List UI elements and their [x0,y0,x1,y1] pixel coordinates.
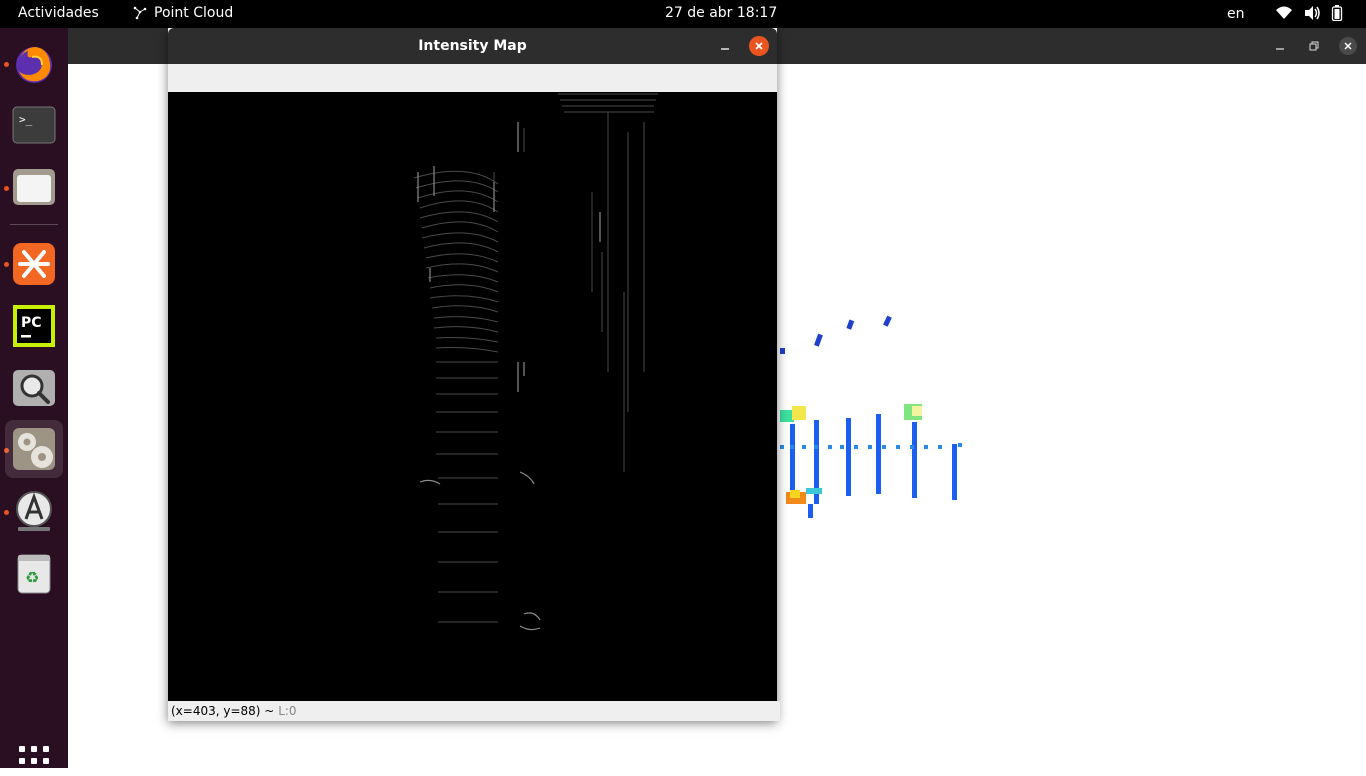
svg-text:♻: ♻ [25,568,39,587]
wifi-icon [1276,6,1292,19]
restore-icon [1309,41,1319,51]
dock: >_ PC ♻ [0,28,68,776]
minimize-icon [721,48,729,50]
settings-gear-icon [13,428,55,470]
close-icon [1344,42,1352,50]
dock-item-firefox[interactable] [5,34,63,92]
dock-item-software-updater[interactable] [5,482,63,540]
svg-text:PC: PC [21,315,42,331]
window-title: Intensity Map [418,38,527,54]
show-apps-button[interactable] [19,746,49,776]
language-indicator[interactable]: en [1227,6,1245,22]
intensity-map-image[interactable] [168,92,777,701]
volume-icon [1305,6,1320,20]
terminal-icon: >_ [12,106,56,144]
app-menu-label: Point Cloud [154,5,234,21]
minimize-button[interactable] [716,37,734,55]
dock-item-terminal[interactable]: >_ [5,96,63,154]
firefox-icon [16,47,52,83]
dock-item-xmind[interactable] [5,235,63,293]
battery-icon [1331,5,1343,21]
minimize-icon [1276,48,1284,50]
dock-item-settings[interactable] [5,420,63,478]
close-icon [755,42,763,50]
dock-item-files[interactable] [5,158,63,216]
pycharm-icon: PC [13,305,55,347]
trash-icon: ♻ [17,554,51,594]
status-bar: (x=403, y=88) ~ L:0 [168,701,780,721]
dock-separator [10,224,58,225]
system-tray[interactable] [1275,5,1343,21]
xmind-icon [13,243,55,285]
dock-item-trash[interactable]: ♻ [5,544,63,602]
folder-icon [13,169,55,205]
cursor-coordinates: (x=403, y=88) ~ [171,704,275,718]
intensity-scan-render [413,93,658,631]
app-menu[interactable]: Point Cloud [132,5,233,21]
activities-button[interactable]: Actividades [18,5,99,21]
software-updater-icon [16,491,52,531]
svg-text:>_: >_ [19,113,33,126]
restore-button[interactable] [1305,37,1323,55]
close-button[interactable] [749,36,769,56]
close-button[interactable] [1339,37,1357,55]
minimize-button[interactable] [1271,37,1289,55]
pixel-level: L:0 [278,704,297,718]
dock-item-pycharm[interactable]: PC [5,297,63,355]
intensity-map-window: Intensity Map (x=403, y=88) ~ L:0 [168,28,780,721]
window-titlebar[interactable]: Intensity Map [168,28,777,64]
clock[interactable]: 27 de abr 18:17 [665,5,777,21]
toolbar [168,64,777,92]
dock-item-image-viewer[interactable] [5,359,63,417]
point-cloud-app-icon [133,6,147,20]
magnifier-icon [13,370,55,406]
top-bar: Actividades Point Cloud 27 de abr 18:17 … [0,0,1366,28]
